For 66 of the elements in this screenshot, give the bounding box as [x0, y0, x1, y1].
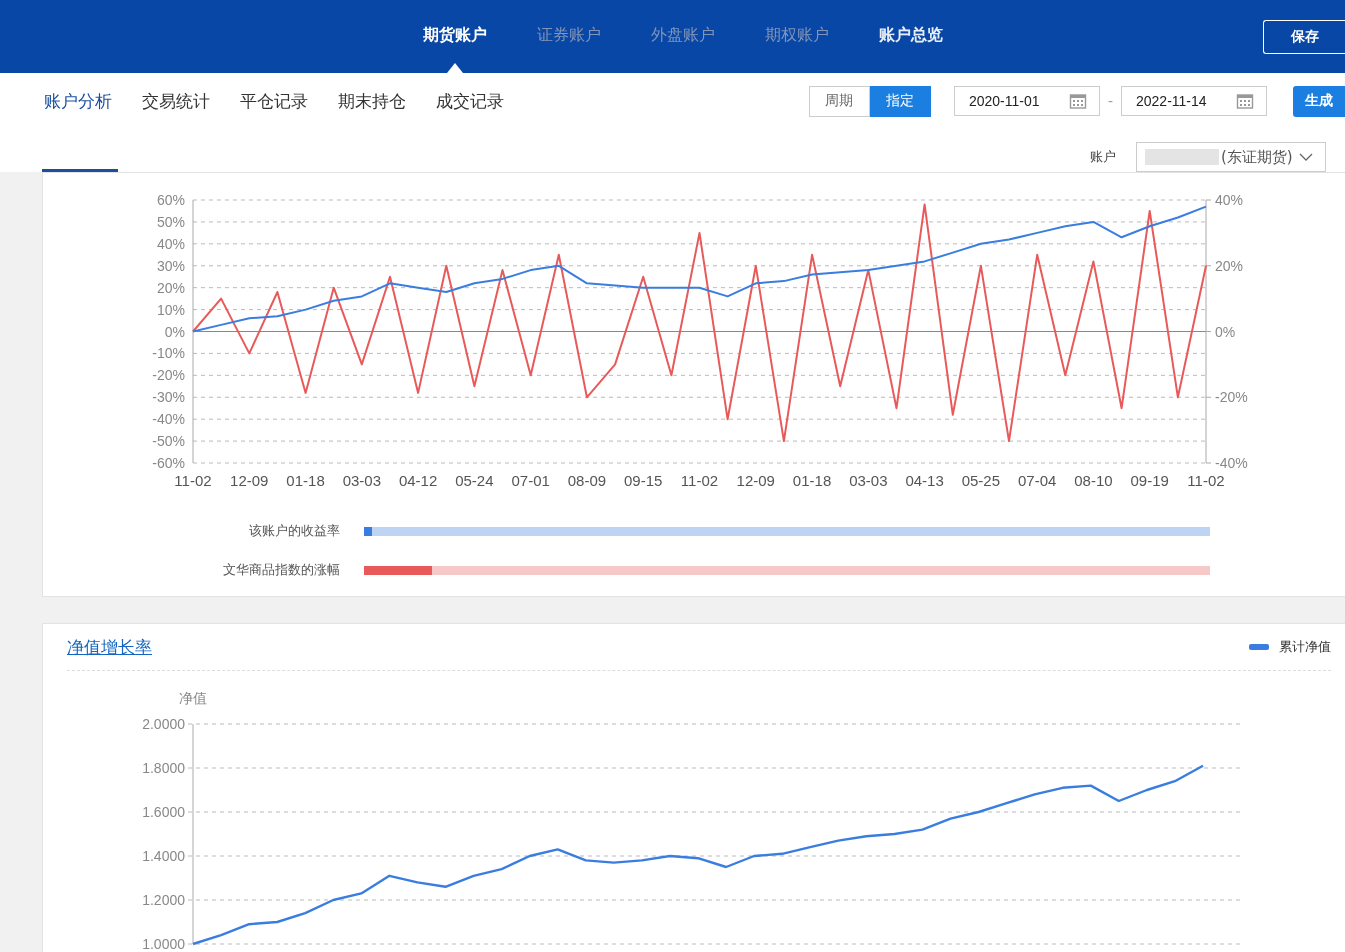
axis-tick-label: 03-03	[849, 472, 888, 489]
axis-tick-label: 12-09	[736, 472, 775, 489]
axis-tick-label: 1.0000	[142, 936, 185, 952]
axis-tick-label: 20%	[156, 279, 185, 296]
axis-tick-label: 2.0000	[142, 716, 185, 732]
axis-tick-label: 11-02	[680, 472, 719, 489]
account-select[interactable]: (东证期货)	[1136, 142, 1326, 172]
axis-tick-label: 09-15	[624, 472, 663, 489]
axis-tick-label: 40%	[1215, 192, 1244, 208]
mode-toggle-button[interactable]: 指定	[869, 85, 931, 117]
axis-tick-label: 1.6000	[142, 804, 185, 820]
section-tab[interactable]: 账户分析	[44, 89, 112, 113]
date-separator: -	[1107, 93, 1113, 109]
axis-tick-label: 01-18	[286, 472, 325, 489]
axis-tick-label: 1.2000	[142, 892, 185, 908]
axis-tick-label: 07-01	[511, 472, 550, 489]
axis-tick-label: 04-13	[905, 472, 944, 489]
axis-tick-label: -20%	[152, 367, 185, 384]
section-title-link[interactable]: 净值增长率	[67, 635, 152, 659]
axis-tick-label: 08-10	[1074, 472, 1113, 489]
axis-tick-label: 09-19	[1130, 472, 1169, 489]
axis-tick-label: 04-12	[398, 472, 438, 489]
section-tab[interactable]: 交易统计	[142, 89, 210, 113]
axis-tick-label: 11-02	[1187, 472, 1225, 489]
axis-title: 净值	[179, 690, 207, 706]
section-tab[interactable]: 平仓记录	[240, 89, 308, 113]
calendar-icon	[1236, 92, 1254, 110]
chevron-down-icon	[1298, 152, 1313, 162]
axis-tick-label: 05-24	[455, 472, 494, 489]
axis-tick-label: -40%	[1215, 455, 1248, 471]
axis-tick-label: -50%	[152, 433, 185, 450]
axis-tick-label: 60%	[156, 192, 185, 208]
axis-tick-label: 12-09	[230, 472, 269, 489]
progress-label: 文华商品指数的涨幅	[222, 561, 340, 579]
axis-tick-label: 07-04	[1018, 472, 1057, 489]
axis-tick-label: 05-25	[961, 472, 1001, 489]
axis-tick-label: 1.4000	[142, 848, 185, 864]
axis-tick-label: -60%	[152, 455, 185, 471]
legend-label: 累计净值	[1279, 638, 1331, 656]
axis-tick-label: 30%	[156, 257, 185, 274]
start-date-field[interactable]: 2020-11-01	[953, 86, 1100, 116]
axis-tick-label: -30%	[152, 389, 185, 406]
axis-tick-label: 50%	[156, 213, 185, 230]
progress-label: 该账户的收益率	[248, 522, 340, 540]
end-date-field[interactable]: 2022-11-14	[1121, 86, 1267, 116]
axis-tick-label: 01-18	[792, 472, 832, 489]
axis-tick-label: 1.8000	[142, 760, 185, 776]
axis-tick-label: 11-02	[174, 472, 212, 489]
axis-tick-label: -40%	[152, 411, 185, 428]
axis-tick-label: -20%	[1215, 389, 1248, 406]
section-tab[interactable]: 成交记录	[436, 89, 504, 113]
axis-tick-label: -10%	[152, 345, 185, 362]
axis-tick-label: 20%	[1215, 257, 1244, 274]
calendar-icon	[1068, 92, 1087, 110]
axis-tick-label: 0%	[164, 323, 185, 340]
axis-tick-label: 03-03	[342, 472, 381, 489]
mode-toggle-button[interactable]: 周期	[808, 85, 870, 117]
account-tab[interactable]: 账户总览	[879, 0, 943, 73]
axis-tick-label: 08-09	[567, 472, 607, 489]
generate-button[interactable]: 生成	[1293, 85, 1345, 117]
save-button[interactable]: 保存	[1263, 19, 1345, 54]
section-tab[interactable]: 期末持仓	[338, 89, 406, 113]
axis-tick-label: 10%	[156, 301, 185, 318]
axis-tick-label: 40%	[156, 235, 185, 252]
account-label: 账户	[1090, 148, 1116, 166]
axis-tick-label: 0%	[1215, 323, 1236, 340]
